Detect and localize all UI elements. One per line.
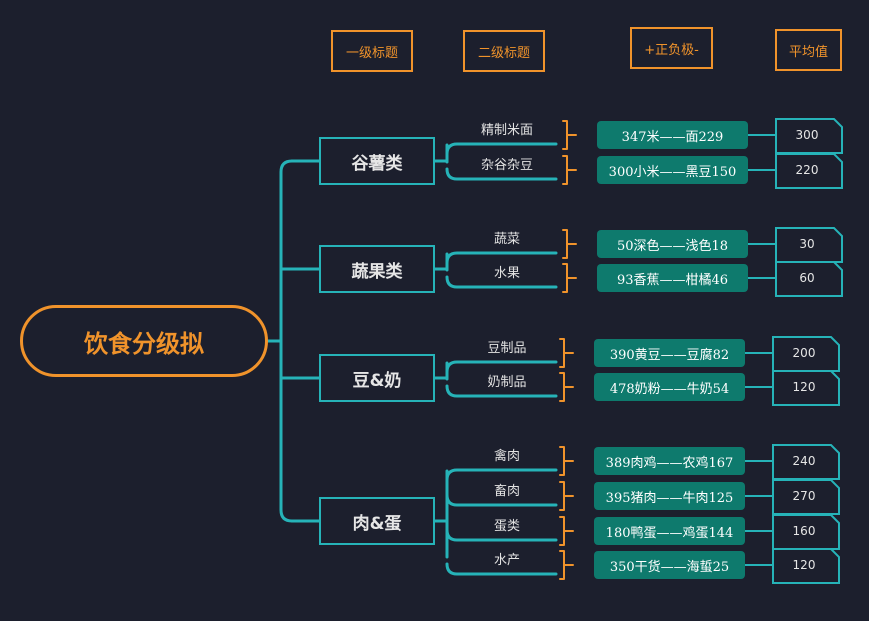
average-box: 120 [772, 548, 840, 584]
average-value: 200 [792, 346, 816, 360]
header-level1: 一级标题 [331, 30, 413, 72]
range-pill: 350干货——海蜇25 [594, 551, 745, 579]
category-node: 谷薯类 [319, 137, 435, 185]
range-pill: 347米——面229 [597, 121, 748, 149]
range-pill: 300小米——黑豆150 [597, 156, 748, 184]
subcategory-label: 水产 [493, 553, 520, 568]
average-box: 160 [772, 514, 840, 550]
range-pill: 50深色——浅色18 [597, 230, 748, 258]
header-level2: 二级标题 [463, 30, 545, 72]
subcategory-label: 水果 [493, 266, 520, 281]
range-bracket [562, 263, 577, 293]
average-box: 270 [772, 479, 840, 515]
range-pill: 395猪肉——牛肉125 [594, 482, 745, 510]
item-underline [445, 142, 558, 156]
subcategory-label: 豆制品 [487, 341, 527, 356]
average-value: 30 [799, 237, 815, 251]
category-node: 肉&蛋 [319, 497, 435, 545]
trunk-line [279, 159, 294, 523]
subcategory-label: 精制米面 [480, 123, 533, 138]
range-pill: 180鸭蛋——鸡蛋144 [594, 517, 745, 545]
root-node: 饮食分级拟 [20, 305, 268, 377]
subcategory-label: 畜肉 [493, 484, 520, 499]
average-box: 200 [772, 336, 840, 372]
average-value: 120 [792, 558, 816, 572]
average-box: 60 [775, 261, 843, 297]
range-pill: 389肉鸡——农鸡167 [594, 447, 745, 475]
range-pill: 93香蕉——柑橘46 [597, 264, 748, 292]
range-bracket [562, 120, 577, 150]
subcategory-label: 禽肉 [493, 449, 520, 464]
average-box: 30 [775, 227, 843, 263]
average-value: 270 [792, 489, 816, 503]
average-value: 60 [799, 271, 815, 285]
average-box: 240 [772, 444, 840, 480]
category-node: 豆&奶 [319, 354, 435, 402]
subcategory-label: 杂谷杂豆 [480, 158, 533, 173]
average-value: 240 [792, 454, 816, 468]
category-node: 蔬果类 [319, 245, 435, 293]
header-range: +正负极- [630, 27, 713, 69]
subcategory-label: 蛋类 [493, 519, 520, 534]
average-box: 120 [772, 370, 840, 406]
average-value: 220 [795, 163, 819, 177]
range-bracket [562, 155, 577, 185]
average-value: 120 [792, 380, 816, 394]
range-pill: 478奶粉——牛奶54 [594, 373, 745, 401]
average-box: 220 [775, 153, 843, 189]
header-average: 平均值 [775, 29, 842, 71]
range-pill: 390黄豆——豆腐82 [594, 339, 745, 367]
average-value: 300 [795, 128, 819, 142]
subcategory-label: 奶制品 [487, 375, 527, 390]
range-bracket [562, 229, 577, 259]
average-box: 300 [775, 118, 843, 154]
item-underline [445, 468, 558, 482]
average-value: 160 [792, 524, 816, 538]
subcategory-label: 蔬菜 [493, 232, 520, 247]
